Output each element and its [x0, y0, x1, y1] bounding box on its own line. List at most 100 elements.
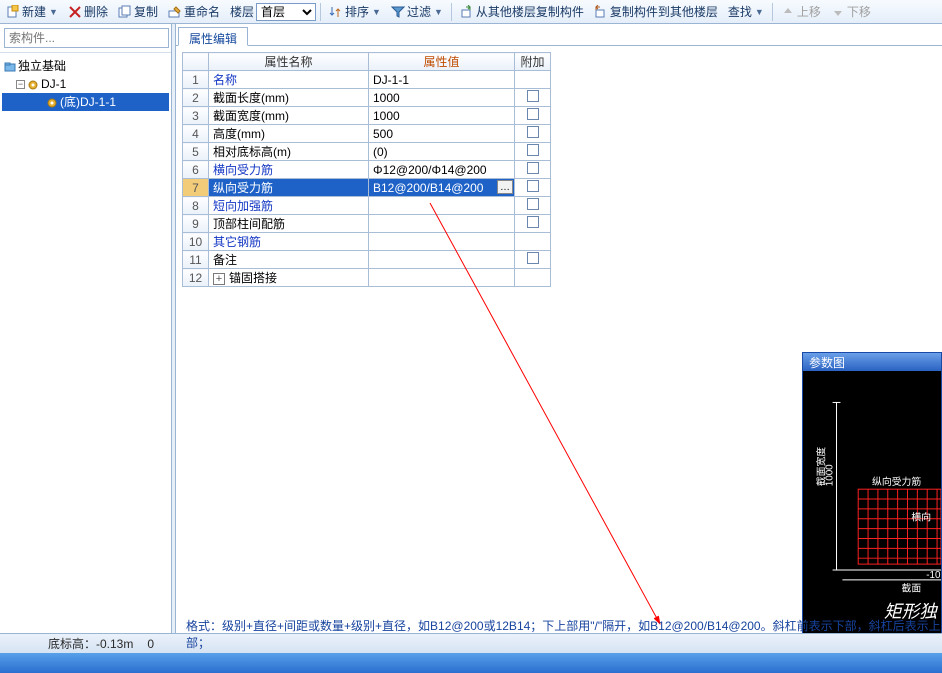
prop-addflag[interactable]: [515, 215, 551, 233]
prop-name: 短向加强筋: [209, 197, 369, 215]
table-row[interactable]: 9顶部柱间配筋: [183, 215, 551, 233]
prop-addflag[interactable]: [515, 161, 551, 179]
prop-value[interactable]: Φ12@200/Φ14@200: [369, 161, 515, 179]
row-number: 2: [183, 89, 209, 107]
table-row[interactable]: 4高度(mm)500: [183, 125, 551, 143]
prop-addflag[interactable]: [515, 143, 551, 161]
tree-item-dj1[interactable]: − DJ-1: [2, 75, 169, 93]
move-down-button[interactable]: 下移: [827, 1, 875, 22]
left-panel: 独立基础 − DJ-1 (底)DJ-1-1: [0, 24, 172, 646]
table-row[interactable]: 10其它钢筋: [183, 233, 551, 251]
checkbox[interactable]: [527, 252, 539, 264]
prop-value[interactable]: [369, 233, 515, 251]
table-row[interactable]: 11备注: [183, 251, 551, 269]
tree-root[interactable]: 独立基础: [2, 57, 169, 75]
row-number: 3: [183, 107, 209, 125]
move-up-button[interactable]: 上移: [777, 1, 825, 22]
prop-addflag[interactable]: [515, 233, 551, 251]
taskbar: [0, 653, 942, 673]
rename-button[interactable]: 重命名: [164, 1, 224, 22]
filter-button[interactable]: 过滤▼: [387, 1, 447, 22]
search-input[interactable]: [4, 28, 169, 48]
checkbox[interactable]: [527, 144, 539, 156]
table-row[interactable]: 2截面长度(mm)1000: [183, 89, 551, 107]
row-number: 9: [183, 215, 209, 233]
prop-addflag[interactable]: [515, 251, 551, 269]
prop-name: 截面宽度(mm): [209, 107, 369, 125]
prop-name: 横向受力筋: [209, 161, 369, 179]
table-row[interactable]: 8短向加强筋: [183, 197, 551, 215]
table-row[interactable]: 6横向受力筋Φ12@200/Φ14@200: [183, 161, 551, 179]
prop-addflag[interactable]: [515, 197, 551, 215]
checkbox[interactable]: [527, 162, 539, 174]
status-elevation: 底标高：-0.13m: [48, 635, 133, 652]
param-title: 参数图: [803, 353, 941, 371]
row-number: 11: [183, 251, 209, 269]
row-number: 12: [183, 269, 209, 287]
row-number: 1: [183, 71, 209, 89]
checkbox[interactable]: [527, 126, 539, 138]
prop-name: 名称: [209, 71, 369, 89]
prop-value[interactable]: (0): [369, 143, 515, 161]
prop-value[interactable]: [369, 197, 515, 215]
tree-item-dj11[interactable]: (底)DJ-1-1: [2, 93, 169, 111]
prop-addflag[interactable]: [515, 125, 551, 143]
prop-addflag[interactable]: [515, 269, 551, 287]
prop-value[interactable]: DJ-1-1: [369, 71, 515, 89]
prop-name: 纵向受力筋: [209, 179, 369, 197]
svg-text:横向: 横向: [911, 511, 931, 524]
component-tree[interactable]: 独立基础 − DJ-1 (底)DJ-1-1: [0, 53, 171, 646]
copy-to-other-floor-button[interactable]: 复制构件到其他楼层: [590, 1, 722, 22]
table-row[interactable]: 12+锚固搭接: [183, 269, 551, 287]
expand-icon[interactable]: +: [213, 273, 225, 285]
prop-name: 顶部柱间配筋: [209, 215, 369, 233]
prop-name: +锚固搭接: [209, 269, 369, 287]
prop-value[interactable]: 1000: [369, 89, 515, 107]
row-number: 4: [183, 125, 209, 143]
prop-value[interactable]: [369, 215, 515, 233]
floor-select[interactable]: 首层: [256, 3, 316, 21]
checkbox[interactable]: [527, 90, 539, 102]
sort-button[interactable]: 排序▼: [325, 1, 385, 22]
copy-button[interactable]: 复制: [114, 1, 162, 22]
table-row[interactable]: 1名称DJ-1-1: [183, 71, 551, 89]
prop-value[interactable]: 500: [369, 125, 515, 143]
copy-from-other-floor-button[interactable]: 从其他楼层复制构件: [456, 1, 588, 22]
prop-value[interactable]: 1000: [369, 107, 515, 125]
status-zero: 0: [147, 637, 154, 651]
table-row[interactable]: 7纵向受力筋B12@200/B14@200…: [183, 179, 551, 197]
right-panel: 属性编辑 属性名称 属性值 附加 1名称DJ-1-12截面长度(mm)10003…: [176, 24, 942, 646]
prop-value[interactable]: B12@200/B14@200…: [369, 179, 515, 197]
checkbox[interactable]: [527, 180, 539, 192]
prop-value[interactable]: [369, 251, 515, 269]
col-add: 附加: [515, 53, 551, 71]
new-button[interactable]: 新建▼: [2, 1, 62, 22]
prop-name: 相对底标高(m): [209, 143, 369, 161]
find-button[interactable]: 查找▼: [724, 1, 768, 22]
checkbox[interactable]: [527, 216, 539, 228]
prop-addflag[interactable]: [515, 107, 551, 125]
prop-value[interactable]: [369, 269, 515, 287]
prop-addflag[interactable]: [515, 89, 551, 107]
delete-button[interactable]: 删除: [64, 1, 112, 22]
property-grid: 属性名称 属性值 附加 1名称DJ-1-12截面长度(mm)10003截面宽度(…: [182, 52, 551, 287]
svg-text:纵向受力筋: 纵向受力筋: [872, 475, 921, 488]
expander-icon[interactable]: −: [16, 80, 25, 89]
prop-name: 其它钢筋: [209, 233, 369, 251]
format-hint: 格式：级别+直径+间距或数量+级别+直径，如B12@200或12B14；下上部用…: [186, 617, 942, 651]
cell-ellipsis-button[interactable]: …: [497, 180, 513, 194]
prop-addflag[interactable]: [515, 179, 551, 197]
prop-addflag[interactable]: [515, 71, 551, 89]
col-value: 属性值: [369, 53, 515, 71]
table-row[interactable]: 3截面宽度(mm)1000: [183, 107, 551, 125]
row-number: 7: [183, 179, 209, 197]
row-number: 8: [183, 197, 209, 215]
row-number: 10: [183, 233, 209, 251]
tab-property-edit[interactable]: 属性编辑: [178, 27, 248, 46]
row-number: 5: [183, 143, 209, 161]
checkbox[interactable]: [527, 108, 539, 120]
main-toolbar: 新建▼ 删除 复制 重命名 楼层 首层 排序▼ 过滤▼ 从其他楼层复制构件 复制…: [0, 0, 942, 24]
prop-name: 备注: [209, 251, 369, 269]
table-row[interactable]: 5相对底标高(m)(0): [183, 143, 551, 161]
checkbox[interactable]: [527, 198, 539, 210]
